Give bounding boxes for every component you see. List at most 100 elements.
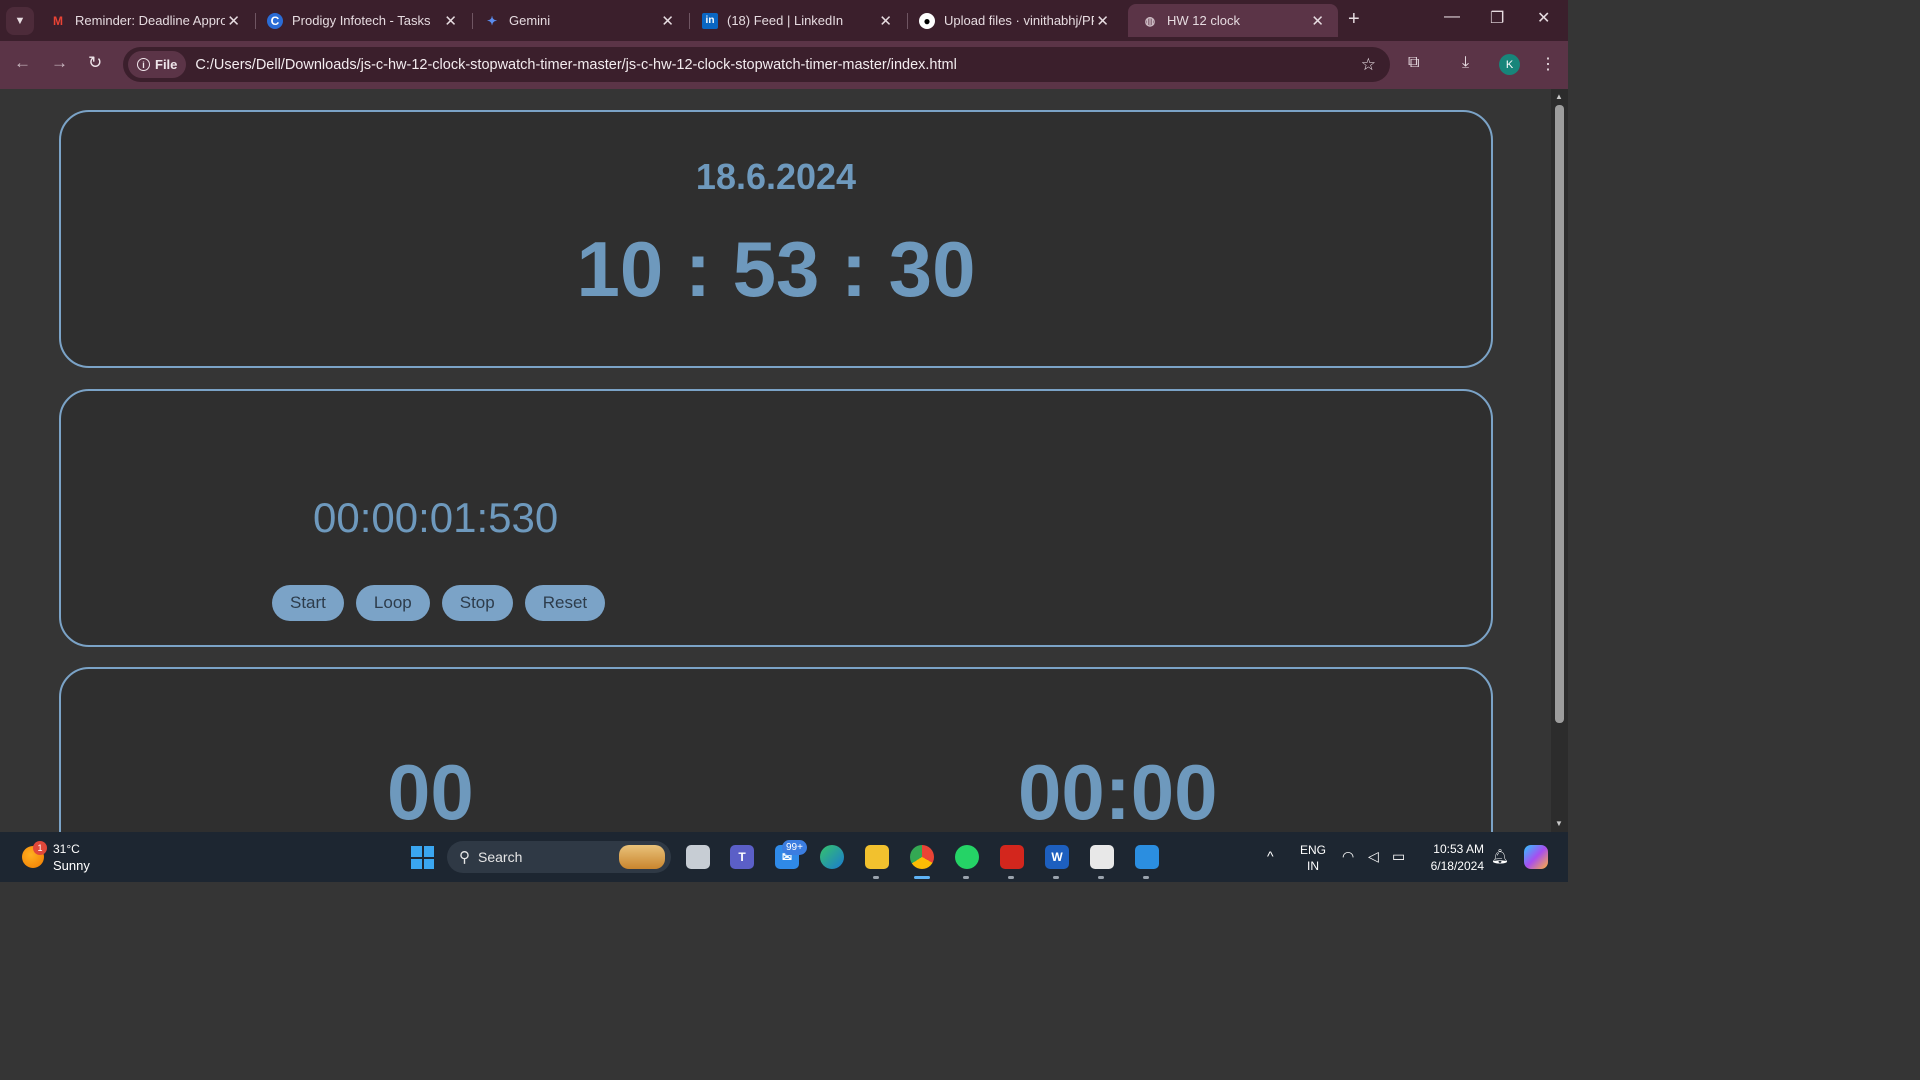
chevron-up-icon[interactable]: ^ — [1267, 848, 1274, 864]
start-button[interactable]: Start — [272, 585, 344, 621]
close-icon[interactable]: ✕ — [661, 12, 674, 30]
gemini-icon: ✦ — [486, 13, 498, 28]
acrobat-icon[interactable] — [1000, 845, 1024, 869]
system-clock[interactable]: 10:53 AM 6/18/2024 — [1424, 841, 1484, 875]
file-explorer-icon[interactable] — [865, 845, 889, 869]
mail-badge: 99+ — [782, 840, 807, 855]
chrome-icon[interactable] — [910, 845, 934, 869]
address-bar[interactable]: i File C:/Users/Dell/Downloads/js-c-hw-1… — [123, 47, 1390, 82]
site-info-chip[interactable]: i File — [128, 51, 187, 78]
weather-condition[interactable]: Sunny — [53, 858, 90, 873]
running-indicator — [1053, 876, 1059, 879]
running-indicator — [873, 876, 879, 879]
browser-toolbar: ← → ↻ i File C:/Users/Dell/Downloads/js-… — [0, 41, 1568, 89]
photos-icon[interactable] — [1135, 845, 1159, 869]
language-indicator[interactable]: ENG IN — [1300, 842, 1326, 874]
close-icon[interactable]: ✕ — [1311, 12, 1324, 30]
taskbar-search-label: Search — [478, 849, 523, 865]
notification-bell-icon[interactable]: 🔔︎ — [1491, 848, 1509, 865]
minimize-icon[interactable]: — — [1444, 8, 1460, 26]
tab-title: Upload files · vinithabhj/PR — [944, 13, 1094, 28]
system-time: 10:53 AM — [1433, 842, 1484, 856]
teams-icon[interactable]: T — [730, 845, 754, 869]
tab-gmail[interactable]: M Reminder: Deadline Appro ✕ — [36, 4, 254, 37]
loop-button[interactable]: Loop — [355, 585, 430, 621]
windows-taskbar: 1 31°C Sunny ⚲ Search T ✉ 99+ W ^ ENG IN… — [0, 832, 1568, 882]
tab-search-button[interactable]: ▼ — [6, 6, 34, 35]
back-arrow-icon[interactable]: ← — [14, 53, 31, 73]
weather-temperature[interactable]: 31°C — [53, 842, 80, 856]
tab-linkedin[interactable]: in (18) Feed | LinkedIn ✕ — [688, 4, 906, 37]
clock-date: 18.6.2024 — [695, 156, 857, 197]
tab-gemini[interactable]: ✦ Gemini ✕ — [470, 4, 688, 37]
battery-icon[interactable]: ▭ — [1392, 848, 1405, 865]
url-text[interactable]: C:/Users/Dell/Downloads/js-c-hw-12-clock… — [195, 57, 956, 73]
chevron-down-icon: ▼ — [14, 14, 26, 27]
prodigy-icon: C — [267, 12, 283, 29]
github-icon: ● — [919, 12, 935, 29]
task-view-icon[interactable] — [686, 845, 710, 869]
tab-prodigy[interactable]: C Prodigy Infotech - Tasks ✕ — [253, 4, 471, 37]
running-indicator — [1008, 876, 1014, 879]
tab-title: (18) Feed | LinkedIn — [727, 13, 844, 28]
download-icon[interactable]: ⤓ — [1462, 54, 1469, 72]
globe-icon: ◍ — [1144, 13, 1156, 28]
scrollbar-thumb[interactable] — [1555, 105, 1564, 723]
window-close-icon[interactable]: ✕ — [1537, 8, 1550, 28]
profile-avatar[interactable]: K — [1499, 54, 1520, 75]
tab-strip: ▼ M Reminder: Deadline Appro ✕ C Prodigy… — [0, 0, 1568, 41]
running-indicator — [963, 876, 969, 879]
weather-badge: 1 — [33, 841, 47, 855]
reload-icon[interactable]: ↻ — [88, 53, 102, 73]
language-line-1: ENG — [1300, 843, 1327, 857]
language-line-2: IN — [1307, 859, 1319, 873]
gmail-icon: M — [53, 13, 63, 28]
close-icon[interactable]: ✕ — [444, 12, 457, 30]
clock-panel: 18.6.2024 10 : 53 : 30 — [59, 110, 1493, 368]
wifi-icon[interactable]: ◠ — [1342, 848, 1354, 865]
scroll-up-icon[interactable]: ▲ — [1555, 92, 1563, 101]
new-tab-plus-icon[interactable]: + — [1348, 8, 1360, 31]
forward-arrow-icon[interactable]: → — [51, 53, 68, 73]
linkedin-icon: in — [702, 12, 718, 29]
tab-title: HW 12 clock — [1167, 13, 1240, 28]
scheme-label: File — [155, 57, 178, 72]
active-indicator — [914, 876, 930, 879]
whatsapp-icon[interactable] — [955, 845, 979, 869]
running-indicator — [1098, 876, 1104, 879]
tab-title: Gemini — [509, 13, 551, 28]
scroll-down-icon[interactable]: ▼ — [1555, 819, 1563, 828]
restore-icon[interactable]: ❐ — [1490, 8, 1504, 28]
taskbar-search[interactable]: ⚲ Search — [447, 841, 671, 873]
tab-title: Reminder: Deadline Appro — [75, 13, 225, 28]
tab-hw12-clock[interactable]: ◍ HW 12 clock ✕ — [1128, 4, 1338, 37]
extensions-icon[interactable]: ⧉ — [1408, 54, 1419, 72]
timer-minutes-input-display: 00 — [387, 748, 474, 832]
word-icon[interactable]: W — [1045, 845, 1069, 869]
stopwatch-panel: 00:00:01:530 Start Loop Stop Reset — [59, 389, 1493, 647]
reset-button[interactable]: Reset — [524, 585, 606, 621]
menu-kebab-icon[interactable]: ⋮ — [1540, 54, 1556, 74]
stop-button[interactable]: Stop — [441, 585, 513, 621]
stopwatch-controls: Start Loop Stop Reset — [272, 585, 606, 621]
running-indicator — [1143, 876, 1149, 879]
vertical-scrollbar[interactable]: ▲ ▼ — [1551, 89, 1568, 832]
stopwatch-display: 00:00:01:530 — [313, 494, 559, 541]
volume-icon[interactable]: ◁ — [1368, 848, 1379, 865]
edge-icon[interactable] — [820, 845, 844, 869]
windows-start-icon[interactable] — [411, 846, 434, 869]
close-icon[interactable]: ✕ — [227, 12, 240, 30]
system-date: 6/18/2024 — [1430, 859, 1484, 873]
close-icon[interactable]: ✕ — [879, 12, 892, 30]
search-highlight-image — [619, 845, 665, 869]
search-icon: ⚲ — [459, 849, 470, 866]
bookmark-star-icon[interactable]: ☆ — [1361, 55, 1376, 75]
timer-panel: 00 00:00 — [59, 667, 1493, 832]
page-viewport: 18.6.2024 10 : 53 : 30 00:00:01:530 Star… — [0, 89, 1551, 832]
clock-time: 10 : 53 : 30 — [576, 225, 976, 313]
tab-github[interactable]: ● Upload files · vinithabhj/PR ✕ — [905, 4, 1123, 37]
snipping-tool-icon[interactable] — [1090, 845, 1114, 869]
copilot-icon[interactable] — [1524, 845, 1548, 869]
close-icon[interactable]: ✕ — [1096, 12, 1109, 30]
info-icon: i — [137, 58, 150, 71]
